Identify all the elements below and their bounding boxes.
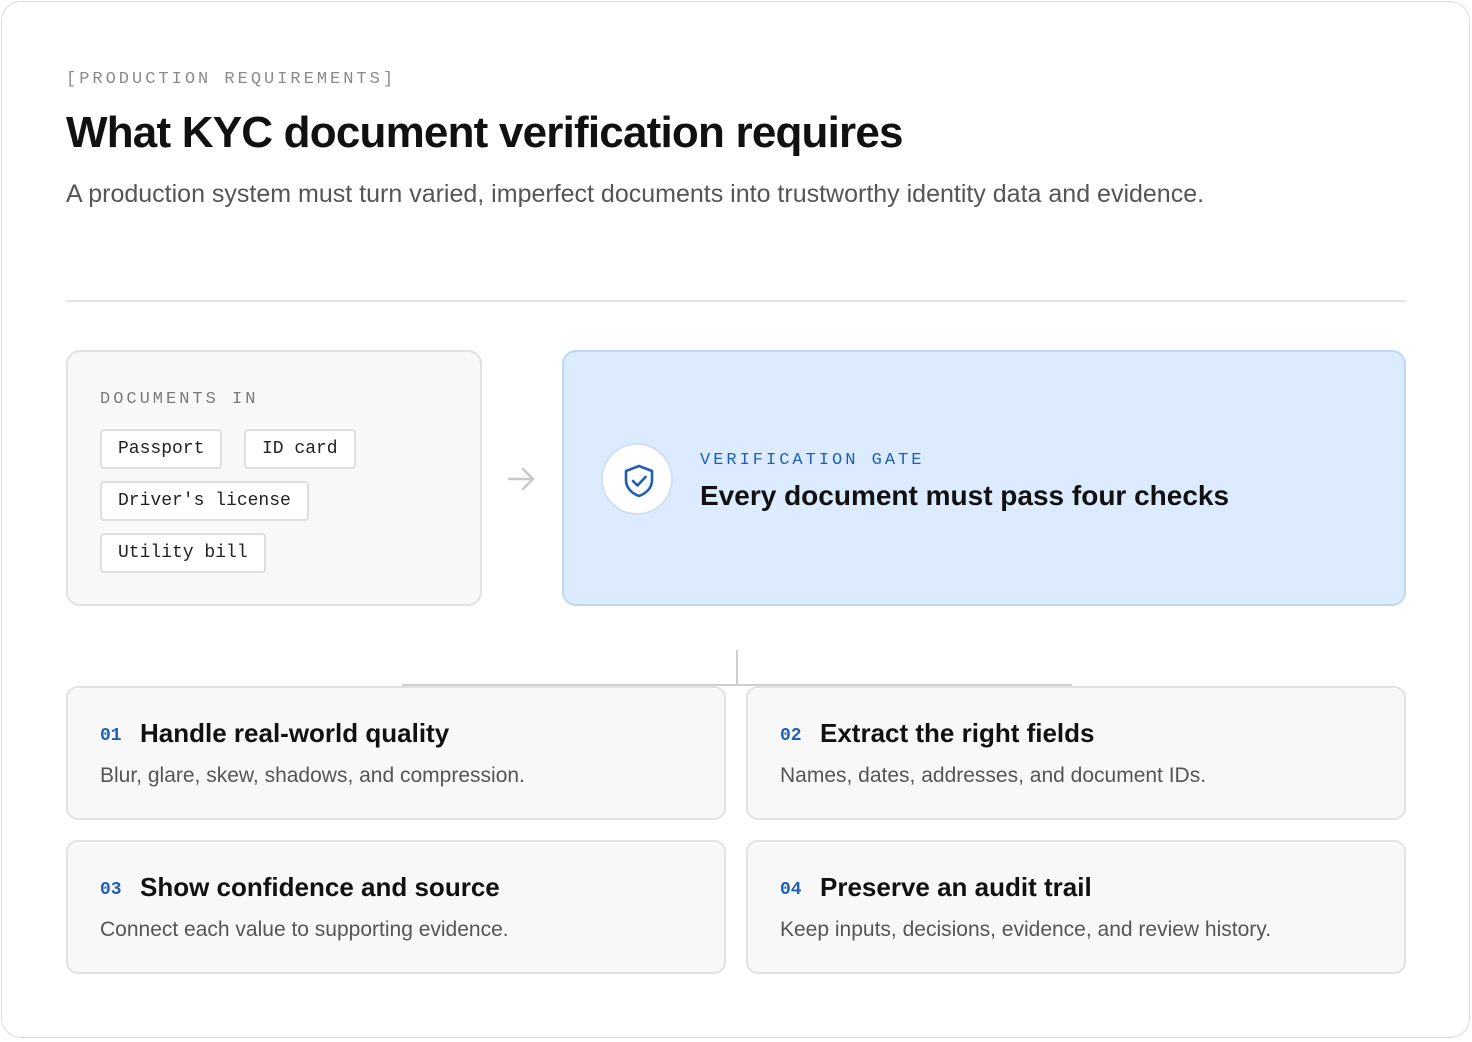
page-title: What KYC document verification requires <box>66 108 904 157</box>
check-title: Preserve an audit trail <box>820 872 1092 902</box>
document-chip-utility-bill: Utility bill <box>100 533 266 573</box>
document-chip-drivers-license: Driver's license <box>100 481 309 521</box>
check-description: Names, dates, addresses, and document ID… <box>780 764 1207 787</box>
connector-vertical <box>736 650 738 686</box>
documents-in-panel: DOCUMENTS IN Passport ID card Driver's l… <box>66 350 482 606</box>
check-title: Handle real-world quality <box>140 718 450 748</box>
verification-gate-label: VERIFICATION GATE <box>700 451 925 470</box>
document-chip-passport: Passport <box>100 429 223 469</box>
check-description: Connect each value to supporting evidenc… <box>100 918 509 941</box>
verification-gate-panel: VERIFICATION GATE Every document must pa… <box>562 350 1406 606</box>
check-number: 02 <box>780 726 802 746</box>
verification-gate-heading: Every document must pass four checks <box>700 480 1230 511</box>
check-number: 01 <box>100 726 122 746</box>
header-divider <box>66 300 1406 302</box>
section-eyebrow: [PRODUCTION REQUIREMENTS] <box>66 70 397 89</box>
check-number: 03 <box>100 880 122 900</box>
check-card-quality: 01 Handle real-world quality Blur, glare… <box>66 686 726 820</box>
check-description: Keep inputs, decisions, evidence, and re… <box>780 918 1272 941</box>
documents-in-label: DOCUMENTS IN <box>100 390 259 409</box>
arrow-right-icon <box>507 467 535 491</box>
check-card-confidence: 03 Show confidence and source Connect ea… <box>66 840 726 974</box>
shield-check-icon <box>624 464 654 498</box>
check-description: Blur, glare, skew, shadows, and compress… <box>100 764 525 787</box>
check-title: Extract the right fields <box>820 718 1095 748</box>
check-number: 04 <box>780 880 802 900</box>
shield-badge <box>601 443 673 515</box>
check-card-audit-trail: 04 Preserve an audit trail Keep inputs, … <box>746 840 1406 974</box>
check-card-fields: 02 Extract the right fields Names, dates… <box>746 686 1406 820</box>
check-title: Show confidence and source <box>140 872 500 902</box>
document-chip-id-card: ID card <box>244 429 356 469</box>
page-subtitle: A production system must turn varied, im… <box>66 180 1205 208</box>
